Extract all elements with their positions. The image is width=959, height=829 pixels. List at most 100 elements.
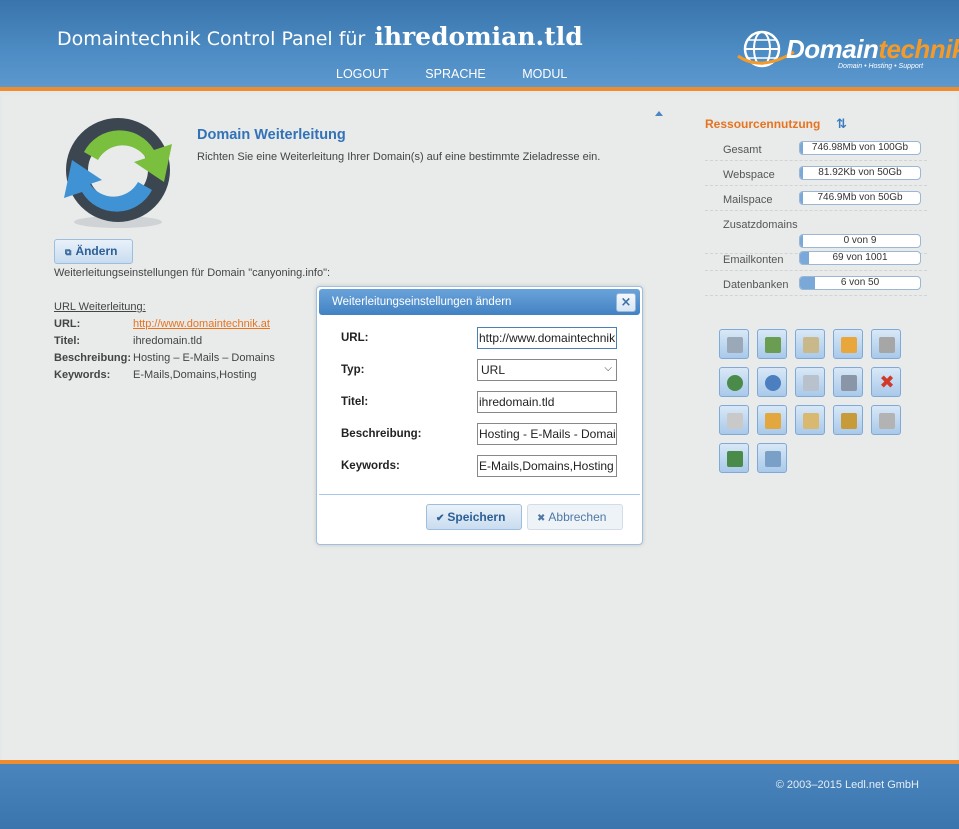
dialog-title: Weiterleitungseinstellungen ändern [332, 296, 512, 308]
lock-tool-button[interactable] [833, 405, 863, 435]
type-label: Typ: [341, 364, 365, 376]
resource-label: Emailkonten [723, 254, 784, 266]
resource-value: 0 von 9 [843, 235, 877, 246]
redirect-icon [727, 375, 743, 391]
resource-row: Webspace 81.92Kb von 50Gb [705, 161, 927, 186]
save-button[interactable]: ✔ Speichern [426, 504, 522, 530]
type-select[interactable]: URL ⌵ [477, 359, 617, 381]
mail-tool-button[interactable] [795, 367, 825, 397]
title-domain: ihredomian.tld [374, 22, 583, 51]
folder-icon [841, 337, 857, 353]
lock-icon [841, 413, 857, 429]
dialog-titlebar[interactable]: Weiterleitungseinstellungen ändern × [319, 289, 640, 315]
database-tool-button[interactable] [871, 329, 901, 359]
logo-wordmark: Domaintechnik [786, 34, 959, 64]
delete-icon: ✖ [879, 372, 895, 393]
url-input[interactable]: http://www.domaintechnik.at [477, 327, 617, 349]
resource-label: Datenbanken [723, 279, 789, 291]
settings-tool-button[interactable] [833, 367, 863, 397]
page-title: Domaintechnik Control Panel für ihredomi… [57, 22, 583, 51]
archive-tool-button[interactable] [795, 405, 825, 435]
resource-usage-bar: 6 von 50 [799, 276, 921, 290]
cancel-button[interactable]: ✖ Abbrechen [527, 504, 623, 530]
nav-language[interactable]: SPRACHE [425, 67, 485, 81]
usage-fill [800, 192, 803, 204]
mail-folder-icon [765, 413, 781, 429]
transfer-icon [765, 451, 781, 467]
description-input[interactable]: Hosting - E-Mails - Domains [477, 423, 617, 445]
url-redirect-heading: URL Weiterleitung: [54, 301, 146, 313]
refresh-icon[interactable]: ⇅ [836, 117, 847, 132]
delete-tool-button[interactable]: ✖ [871, 367, 901, 397]
statistics-tool-button[interactable] [719, 443, 749, 473]
notes-icon [727, 413, 743, 429]
nav-logout[interactable]: LOGOUT [336, 67, 389, 81]
mail-icon [803, 375, 819, 391]
url-label: URL: [341, 332, 369, 344]
section-title: Domain Weiterleitung [197, 127, 346, 143]
resource-row: Gesamt 746.98Mb von 100Gb [705, 136, 927, 161]
chevron-down-icon: ⌵ [604, 363, 612, 374]
footer: © 2003–2015 Ledl.net GmbH [0, 760, 959, 829]
resource-usage-bar: 746.98Mb von 100Gb [799, 141, 921, 155]
transfer-tool-button[interactable] [757, 443, 787, 473]
document-icon [803, 337, 819, 353]
user-search-tool-button[interactable] [757, 329, 787, 359]
description-label: Beschreibung: [341, 428, 422, 440]
edit-button[interactable]: ⧉ Ändern [54, 239, 133, 264]
server-icon [727, 337, 743, 353]
external-window-icon: ⧉ [65, 247, 72, 257]
database-icon [879, 337, 895, 353]
package-tool-button[interactable] [871, 405, 901, 435]
check-icon: ✔ [436, 513, 445, 524]
title-label: Titel: [341, 396, 369, 408]
globe-tool-button[interactable] [757, 367, 787, 397]
dialog-divider [319, 494, 640, 495]
edit-redirect-dialog: Weiterleitungseinstellungen ändern × URL… [316, 286, 643, 545]
title-input[interactable]: ihredomain.tld [477, 391, 617, 413]
resource-label: Webspace [723, 169, 775, 181]
archive-icon [803, 413, 819, 429]
resource-label: Mailspace [723, 194, 773, 206]
main-nav: LOGOUT SPRACHE MODUL [336, 67, 600, 81]
resource-label: Gesamt [723, 144, 762, 156]
close-icon[interactable]: × [616, 293, 636, 312]
resource-usage-bar: 746.9Mb von 50Gb [799, 191, 921, 205]
package-icon [879, 413, 895, 429]
usage-fill [800, 277, 815, 289]
globe-icon [765, 375, 781, 391]
url-link[interactable]: http://www.domaintechnik.at [133, 318, 270, 330]
redirect-large-icon [64, 118, 172, 228]
resource-row: Mailspace 746.9Mb von 50Gb [705, 186, 927, 211]
header: Domaintechnik Control Panel für ihredomi… [0, 0, 959, 91]
folder-tool-button[interactable] [833, 329, 863, 359]
title-prefix: Domaintechnik Control Panel für [57, 28, 366, 50]
usage-fill [800, 142, 803, 154]
redirect-tool-button[interactable] [719, 367, 749, 397]
statistics-icon [727, 451, 743, 467]
nav-module[interactable]: MODUL [522, 67, 567, 81]
keywords-input[interactable]: E-Mails,Domains,Hosting [477, 455, 617, 477]
close-small-icon: ✖ [537, 513, 546, 524]
logo: Domaintechnik Domain • Hosting • Support [736, 22, 959, 82]
server-tool-button[interactable] [719, 329, 749, 359]
document-tool-button[interactable] [795, 329, 825, 359]
resource-row: Datenbanken 6 von 50 [705, 271, 927, 296]
logo-tagline: Domain • Hosting • Support [838, 63, 924, 70]
resource-usage-bar: 69 von 1001 [799, 251, 921, 265]
usage-fill [800, 167, 803, 179]
settings-icon [841, 375, 857, 391]
usage-fill [800, 252, 809, 264]
user-search-icon [765, 337, 781, 353]
resource-value: 746.98Mb von 100Gb [811, 142, 909, 153]
resource-row: Emailkonten 69 von 1001 [705, 246, 927, 271]
resource-usage-bar: 81.92Kb von 50Gb [799, 166, 921, 180]
settings-heading: Weiterleitungseinstellungen für Domain "… [54, 267, 331, 279]
copyright: © 2003–2015 Ledl.net GmbH [775, 779, 919, 791]
resource-value: 81.92Kb von 50Gb [818, 167, 902, 178]
scroll-up-icon[interactable] [655, 111, 663, 116]
section-description: Richten Sie eine Weiterleitung Ihrer Dom… [197, 151, 601, 163]
resource-value: 6 von 50 [840, 277, 880, 288]
notes-tool-button[interactable] [719, 405, 749, 435]
mail-folder-tool-button[interactable] [757, 405, 787, 435]
